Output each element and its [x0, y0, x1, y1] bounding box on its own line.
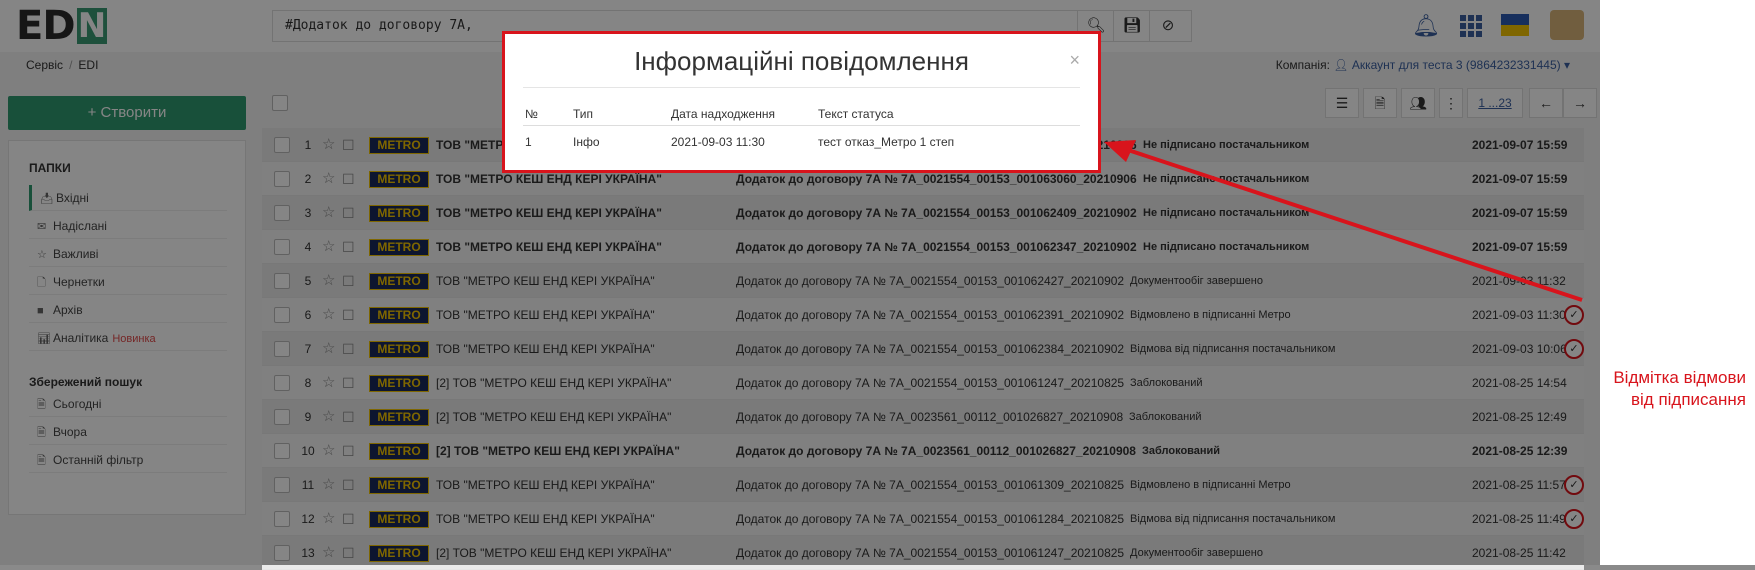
annotation-arrow [1104, 140, 1583, 302]
rejection-mark-annotation: Відмітка відмови від підписання [1596, 367, 1746, 411]
annotation-line-1: Відмітка відмови [1613, 368, 1746, 387]
annotation-line-2: від підписання [1631, 390, 1746, 409]
